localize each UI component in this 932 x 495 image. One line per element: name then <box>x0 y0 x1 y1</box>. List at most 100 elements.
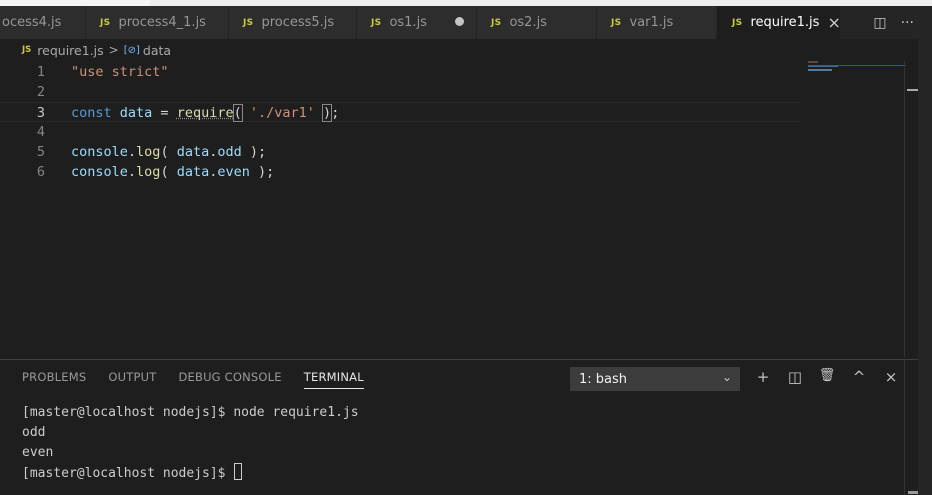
trash-icon[interactable]: 🗑 <box>818 368 836 386</box>
tab-os1[interactable]: JS os1.js <box>357 6 477 39</box>
editor-scrollbar[interactable] <box>904 61 919 357</box>
tab-label: process4_1.js <box>118 15 206 30</box>
terminal-scrollbar[interactable] <box>904 360 918 495</box>
line-number: 1 <box>36 64 45 80</box>
terminal-output[interactable]: [master@localhost nodejs]$ node require1… <box>22 403 359 483</box>
maximize-panel-icon[interactable]: ^ <box>850 368 868 386</box>
terminal-prompt-line: [master@localhost nodejs]$ <box>22 463 359 483</box>
code-token: ( <box>232 104 243 122</box>
code-token: console <box>71 164 128 180</box>
code-line[interactable]: 6 console.log( data.even ); <box>0 162 800 182</box>
tab-process5[interactable]: JS process5.js <box>229 6 357 39</box>
code-line[interactable]: 1 "use strict" <box>0 62 800 82</box>
code-token: console <box>71 144 128 160</box>
code-token: ; <box>331 105 340 121</box>
js-file-icon: JS <box>491 17 502 28</box>
code-token: "use strict" <box>71 64 169 80</box>
unsaved-dot-icon[interactable] <box>455 17 464 26</box>
breadcrumb-file[interactable]: require1.js <box>37 43 103 58</box>
close-panel-icon[interactable]: × <box>882 368 900 386</box>
terminal-prompt: [master@localhost nodejs]$ <box>22 466 234 481</box>
code-token: ( <box>160 164 177 180</box>
tab-var1[interactable]: JS var1.js <box>597 6 717 39</box>
tab-debug-console[interactable]: DEBUG CONSOLE <box>178 370 281 389</box>
breadcrumb-symbol[interactable]: data <box>143 43 171 58</box>
split-editor-icon[interactable]: ◫ <box>873 15 886 31</box>
more-actions-icon[interactable]: ··· <box>901 15 914 31</box>
code-token: ); <box>241 144 267 160</box>
tab-label: require1.js <box>750 15 820 30</box>
tab-label: os2.js <box>509 15 547 30</box>
code-token: data <box>176 144 210 160</box>
split-terminal-icon[interactable]: ◫ <box>786 368 804 386</box>
new-terminal-icon[interactable]: + <box>754 368 772 386</box>
code-token: ); <box>249 164 275 180</box>
code-token: './var1' <box>249 105 315 121</box>
js-file-icon: JS <box>243 17 254 28</box>
terminal-line: odd <box>22 425 46 440</box>
variable-icon: [⊘] <box>123 44 140 56</box>
code-line[interactable]: 5 console.log( data.odd ); <box>0 142 800 162</box>
code-text: console.log( data.odd ); <box>71 142 266 162</box>
breadcrumb: JS require1.js > [⊘] data <box>0 39 932 61</box>
scrollbar-thumb[interactable] <box>908 491 918 494</box>
terminal-select-value: 1: bash <box>579 371 628 387</box>
chevron-down-icon: ⌄ <box>721 370 732 384</box>
code-text: console.log( data.even ); <box>71 162 274 182</box>
code-token: data <box>119 105 153 121</box>
chevron-right-icon: > <box>108 43 119 57</box>
minimap[interactable] <box>806 61 906 81</box>
code-token: log <box>136 164 161 180</box>
tab-label: os1.js <box>389 15 427 30</box>
js-file-icon: JS <box>611 17 622 28</box>
js-file-icon: JS <box>732 17 743 28</box>
close-icon[interactable]: × <box>827 13 840 32</box>
code-line[interactable]: 3 const data = require( './var1' ); <box>0 102 800 122</box>
tab-terminal[interactable]: TERMINAL <box>303 370 364 389</box>
tab-require1[interactable]: JS require1.js × <box>717 6 841 39</box>
code-token: odd <box>217 144 242 160</box>
line-number: 5 <box>36 144 45 160</box>
tab-problems[interactable]: PROBLEMS <box>22 370 86 389</box>
tab-label: ocess4.js <box>2 15 62 30</box>
js-file-icon: JS <box>100 17 111 28</box>
code-token: even <box>217 164 250 180</box>
line-number: 4 <box>36 124 45 140</box>
code-editor[interactable]: 1 "use strict" 2 3 const data = require( './… <box>0 61 918 357</box>
line-number: 6 <box>36 164 45 180</box>
bottom-panel: PROBLEMS OUTPUT DEBUG CONSOLE TERMINAL 1… <box>0 359 918 495</box>
js-file-icon: JS <box>371 17 382 28</box>
tab-output[interactable]: OUTPUT <box>108 370 156 389</box>
editor-tab-bar: ocess4.js JS process4_1.js JS process5.j… <box>0 6 932 39</box>
panel-tabs: PROBLEMS OUTPUT DEBUG CONSOLE TERMINAL <box>22 370 364 389</box>
terminal-cursor <box>234 463 243 480</box>
code-token: log <box>136 144 161 160</box>
tab-process4-1[interactable]: JS process4_1.js <box>86 6 229 39</box>
code-token: = <box>152 105 177 121</box>
code-token: require <box>176 105 234 121</box>
code-token: . <box>127 144 137 160</box>
code-token: ) <box>322 104 333 122</box>
terminal-line: [master@localhost nodejs]$ node require1… <box>22 405 359 420</box>
panel-actions: + ◫ 🗑 ^ × <box>754 368 900 386</box>
terminal-line: even <box>22 445 54 460</box>
tab-label: var1.js <box>629 15 674 30</box>
tab-ocess4[interactable]: ocess4.js <box>0 6 86 39</box>
line-number: 2 <box>36 84 45 100</box>
code-token: ( <box>160 144 177 160</box>
code-token: const <box>71 105 112 121</box>
code-text: "use strict" <box>71 62 169 82</box>
tab-label: process5.js <box>261 15 335 30</box>
terminal-select[interactable]: 1: bash ⌄ <box>570 367 740 391</box>
code-line[interactable]: 2 <box>0 82 800 102</box>
code-token: . <box>127 164 137 180</box>
tab-os2[interactable]: JS os2.js <box>477 6 597 39</box>
code-line[interactable]: 4 <box>0 122 800 142</box>
line-number: 3 <box>36 105 45 121</box>
editor-actions: ◫ ··· <box>841 6 932 39</box>
code-token: data <box>176 164 210 180</box>
code-text: const data = require( './var1' ); <box>71 103 339 123</box>
